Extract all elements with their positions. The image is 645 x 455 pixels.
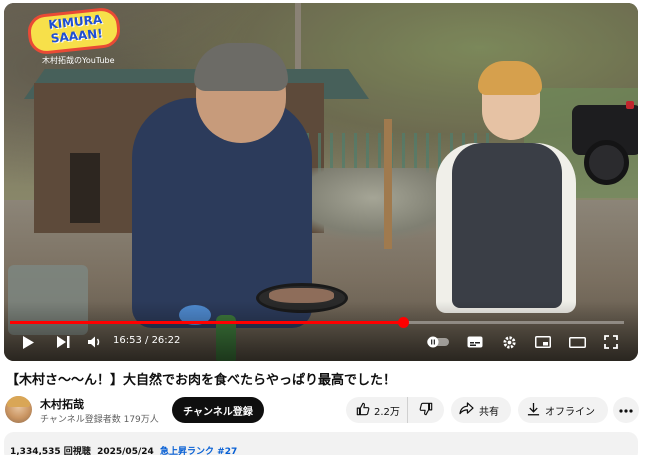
time-separator: / (141, 335, 152, 346)
video-player[interactable]: KIMURA SAAAN! 木村拓哉のYouTube (4, 3, 638, 361)
progress-bar[interactable] (10, 317, 624, 328)
more-actions-button[interactable] (613, 397, 639, 423)
download-icon (527, 402, 540, 419)
scrubber-handle[interactable] (398, 317, 409, 328)
miniplayer-icon (535, 336, 551, 348)
time-total: 26:22 (151, 335, 181, 346)
camera (564, 95, 638, 195)
offline-label: オフライン (545, 406, 595, 418)
trending-rank[interactable]: 急上昇ランク #27 (160, 447, 237, 455)
share-button[interactable]: 共有 (451, 397, 511, 423)
video-title: 【木村さ〜〜ん！】大自然でお肉を食べたらやっぱり最高でした！ (6, 373, 397, 388)
theater-icon (568, 336, 586, 348)
description-meta: 1,334,535 回視聴 2025/05/24 急上昇ランク #27 (10, 444, 237, 455)
time-current: 16:53 (113, 335, 142, 346)
theater-button[interactable] (567, 331, 587, 353)
fullscreen-icon (604, 335, 618, 349)
share-label: 共有 (479, 406, 499, 418)
channel-name[interactable]: 木村拓哉 (40, 396, 84, 412)
subscribe-button[interactable]: チャンネル登録 (172, 397, 264, 423)
share-icon (459, 402, 474, 418)
settings-icon (502, 335, 517, 350)
channel-logo-overlay: KIMURA SAAAN! 木村拓哉のYouTube (26, 6, 122, 69)
like-dislike-group: 2.2万 (346, 397, 444, 423)
thumbs-down-icon (419, 402, 433, 419)
youtube-watch-page: KIMURA SAAAN! 木村拓哉のYouTube 16:53 / 26:22 (0, 0, 645, 455)
miniplayer-button[interactable] (533, 331, 553, 353)
play-icon (22, 335, 35, 350)
volume-button[interactable] (85, 331, 105, 353)
next-icon (56, 335, 70, 349)
thumbs-up-icon (356, 402, 370, 419)
offline-download-button[interactable]: オフライン (518, 397, 608, 423)
dislike-button[interactable] (408, 397, 444, 423)
subscriber-count: チャンネル登録者数 179万人 (40, 415, 159, 425)
pause-toggle-icon (427, 336, 449, 348)
logo-subtext: 木村拓哉のYouTube (42, 56, 115, 65)
upload-date: 2025/05/24 (97, 447, 154, 455)
subtitles-icon (467, 336, 483, 348)
next-button[interactable] (53, 331, 73, 353)
like-button[interactable]: 2.2万 (346, 397, 408, 423)
settings-button[interactable] (499, 331, 519, 353)
channel-avatar[interactable] (5, 396, 32, 423)
fullscreen-button[interactable] (601, 331, 621, 353)
progress-played (10, 321, 403, 324)
volume-icon (87, 335, 103, 349)
more-icon (619, 405, 633, 416)
view-count: 1,334,535 回視聴 (10, 447, 91, 455)
time-display: 16:53 / 26:22 (113, 335, 180, 346)
subtitles-button[interactable] (465, 331, 485, 353)
like-count: 2.2万 (374, 406, 400, 418)
autoplay-toggle[interactable] (426, 331, 450, 353)
play-button[interactable] (18, 331, 38, 353)
